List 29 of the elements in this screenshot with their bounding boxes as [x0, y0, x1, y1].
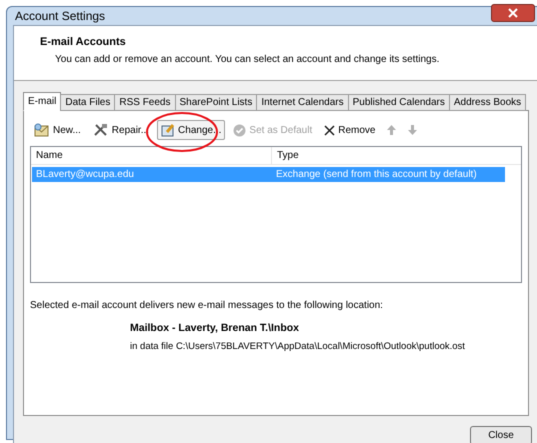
checkmark-icon — [233, 124, 246, 136]
tab[interactable]: Data Files — [60, 94, 116, 111]
tab[interactable]: SharePoint Lists — [174, 94, 258, 111]
tab[interactable]: Address Books — [448, 94, 526, 111]
envelope-icon — [34, 123, 50, 137]
close-icon — [508, 8, 518, 18]
arrow-down-icon — [408, 125, 418, 135]
section-title: E-mail Accounts — [40, 35, 127, 50]
table-cell-text: Exchange (send from this account by default) — [275, 168, 478, 182]
data-file-path: in data file C:\Users\75BLAVERTY\AppData\Local\Microsoft\Outlook\putlook.ost — [130, 340, 466, 354]
close-window-button[interactable] — [491, 4, 535, 22]
window-title: Account Settings — [15, 8, 106, 25]
new-button[interactable]: New... — [30, 120, 85, 140]
close-button[interactable]: Close — [470, 426, 532, 443]
section-description: You can add or remove an account. You can select an account and change its settings. — [54, 52, 440, 66]
tab[interactable]: E-mail — [23, 92, 62, 111]
delivery-description: Selected e-mail account delivers new e-mail messages to the following location: — [30, 299, 384, 313]
tab[interactable]: Internet Calendars — [256, 94, 349, 111]
mailbox-location: Mailbox - Laverty, Brenan T.\Inbox — [130, 321, 300, 336]
column-header[interactable]: Name — [31, 147, 272, 164]
account-edit-icon — [161, 123, 176, 137]
arrow-up-icon — [387, 125, 396, 135]
remove-icon — [324, 124, 336, 136]
remove-button[interactable]: Remove — [320, 120, 380, 140]
column-header[interactable]: Type — [272, 147, 521, 164]
tab[interactable]: RSS Feeds — [114, 94, 176, 111]
tab[interactable]: Published Calendars — [348, 94, 450, 111]
tools-icon — [92, 123, 109, 137]
table-cell-text: BLaverty@wcupa.edu — [35, 168, 135, 182]
